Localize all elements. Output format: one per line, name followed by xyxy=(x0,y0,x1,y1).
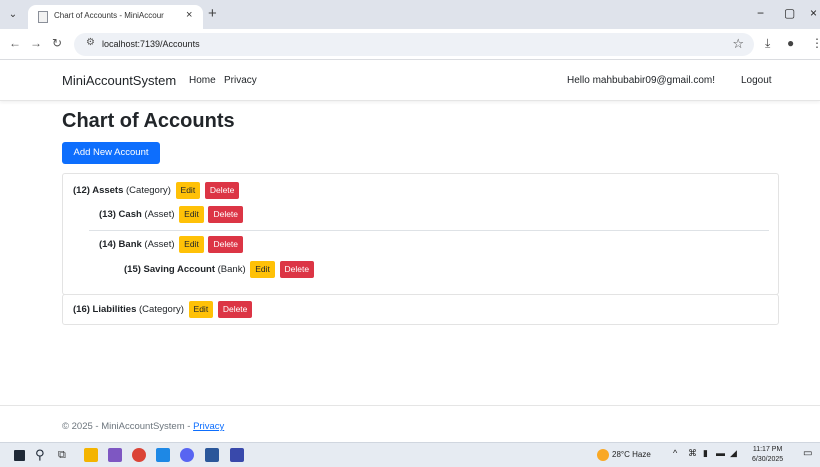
notifications-icon[interactable]: ▭ xyxy=(803,448,812,459)
clock[interactable]: 11:17 PM 6/30/2025 xyxy=(752,445,783,465)
weather-icon[interactable] xyxy=(597,449,609,461)
address-bar[interactable]: ⚙ localhost:7139/Accounts ☆ xyxy=(74,33,754,56)
account-row: (12) Assets (Category) Edit Delete xyxy=(73,182,240,199)
account-title: (16) Liabilities xyxy=(73,304,137,316)
maximize-icon[interactable]: ▢ xyxy=(784,6,795,20)
account-type: (Asset) xyxy=(144,239,175,251)
page-title: Chart of Accounts xyxy=(62,110,235,132)
weather-text[interactable]: 28°C Haze xyxy=(612,450,651,459)
start-icon[interactable] xyxy=(14,450,25,461)
brand-link[interactable]: MiniAccountSystem xyxy=(62,73,176,88)
edit-button[interactable]: Edit xyxy=(179,236,204,253)
delete-button[interactable]: Delete xyxy=(279,261,315,278)
nav-home-link[interactable]: Home xyxy=(189,75,216,86)
url-text[interactable]: localhost:7139/Accounts xyxy=(102,39,200,49)
forward-icon[interactable]: → xyxy=(30,36,42,50)
page-favicon-icon xyxy=(38,11,48,23)
add-new-account-button[interactable]: Add New Account xyxy=(62,142,160,164)
browser-tab-strip: ⌄ Chart of Accounts - MiniAccour × + − ▢… xyxy=(0,0,820,29)
browser-tab[interactable]: Chart of Accounts - MiniAccour × xyxy=(28,5,203,29)
bookmark-star-icon[interactable]: ☆ xyxy=(732,36,744,52)
window-close-icon[interactable]: × xyxy=(810,6,817,20)
account-row: (16) Liabilities (Category) Edit Delete xyxy=(73,301,253,318)
account-type: (Category) xyxy=(139,304,184,316)
logout-button[interactable]: Logout xyxy=(741,75,772,86)
account-title: (15) Saving Account xyxy=(124,264,215,276)
footer-divider xyxy=(0,405,820,406)
battery-icon[interactable]: ▮ xyxy=(703,448,708,459)
nav-privacy-link[interactable]: Privacy xyxy=(224,75,257,86)
profile-avatar-icon[interactable]: ● xyxy=(787,36,794,50)
account-type: (Category) xyxy=(126,185,171,197)
edit-button[interactable]: Edit xyxy=(250,261,275,278)
tab-title: Chart of Accounts - MiniAccour xyxy=(54,11,164,20)
browser-toolbar: ← → ↻ ⚙ localhost:7139/Accounts ☆ ⤓ ● ⋮ xyxy=(0,29,820,60)
footer-text: © 2025 - MiniAccountSystem - xyxy=(62,421,194,432)
file-explorer-icon[interactable] xyxy=(84,448,98,462)
clock-time: 11:17 PM xyxy=(752,446,783,453)
visual-studio-icon[interactable] xyxy=(108,448,122,462)
account-title: (13) Cash xyxy=(99,209,142,221)
chrome-icon[interactable] xyxy=(132,448,146,462)
account-card-liabilities: (16) Liabilities (Category) Edit Delete xyxy=(62,294,779,325)
user-greeting-link[interactable]: Hello mahbubabir09@gmail.com! xyxy=(567,75,715,86)
delete-button[interactable]: Delete xyxy=(217,301,253,318)
account-card-assets: (12) Assets (Category) Edit Delete (13) … xyxy=(62,173,779,295)
download-icon[interactable]: ⤓ xyxy=(765,36,770,51)
site-info-icon[interactable]: ⚙ xyxy=(86,37,95,48)
account-row: (13) Cash (Asset) Edit Delete xyxy=(99,206,244,223)
edit-button[interactable]: Edit xyxy=(188,301,214,318)
account-type: (Asset) xyxy=(144,209,175,221)
app-icon[interactable] xyxy=(230,448,244,462)
task-view-icon[interactable]: ⧉ xyxy=(58,448,72,462)
discord-icon[interactable] xyxy=(180,448,194,462)
account-title: (14) Bank xyxy=(99,239,142,251)
word-icon[interactable] xyxy=(205,448,219,462)
reload-icon[interactable]: ↻ xyxy=(52,36,62,50)
footer-privacy-link[interactable]: Privacy xyxy=(193,421,224,432)
clock-date: 6/30/2025 xyxy=(752,456,784,463)
account-row: (14) Bank (Asset) Edit Delete xyxy=(99,236,244,253)
tab-search-chevron-icon[interactable]: ⌄ xyxy=(6,8,20,22)
account-title: (12) Assets xyxy=(73,185,124,197)
edit-button[interactable]: Edit xyxy=(179,206,204,223)
back-icon[interactable]: ← xyxy=(9,36,21,50)
bluetooth-icon[interactable]: ⌘ xyxy=(688,448,697,459)
account-row: (15) Saving Account (Bank) Edit Delete xyxy=(124,261,315,278)
divider xyxy=(89,230,769,231)
network-icon[interactable]: ▬ xyxy=(716,448,725,458)
os-taskbar: ⚲ ⧉ 28°C Haze ^ ⌘ ▮ ▬ ◢ 11:17 PM 6/30/20… xyxy=(0,442,820,467)
minimize-icon[interactable]: − xyxy=(757,6,764,20)
vscode-icon[interactable] xyxy=(156,448,170,462)
volume-icon[interactable]: ◢ xyxy=(730,448,737,459)
tab-close-icon[interactable]: × xyxy=(186,9,192,21)
delete-button[interactable]: Delete xyxy=(208,236,244,253)
app-navbar: MiniAccountSystem Home Privacy Hello mah… xyxy=(0,60,820,101)
footer: © 2025 - MiniAccountSystem - Privacy xyxy=(62,421,224,432)
new-tab-icon[interactable]: + xyxy=(208,5,217,22)
edit-button[interactable]: Edit xyxy=(175,182,201,199)
browser-menu-icon[interactable]: ⋮ xyxy=(811,36,820,50)
show-hidden-icons-icon[interactable]: ^ xyxy=(673,448,677,458)
search-icon[interactable]: ⚲ xyxy=(35,448,49,462)
account-type: (Bank) xyxy=(217,264,246,276)
delete-button[interactable]: Delete xyxy=(208,206,244,223)
delete-button[interactable]: Delete xyxy=(204,182,240,199)
